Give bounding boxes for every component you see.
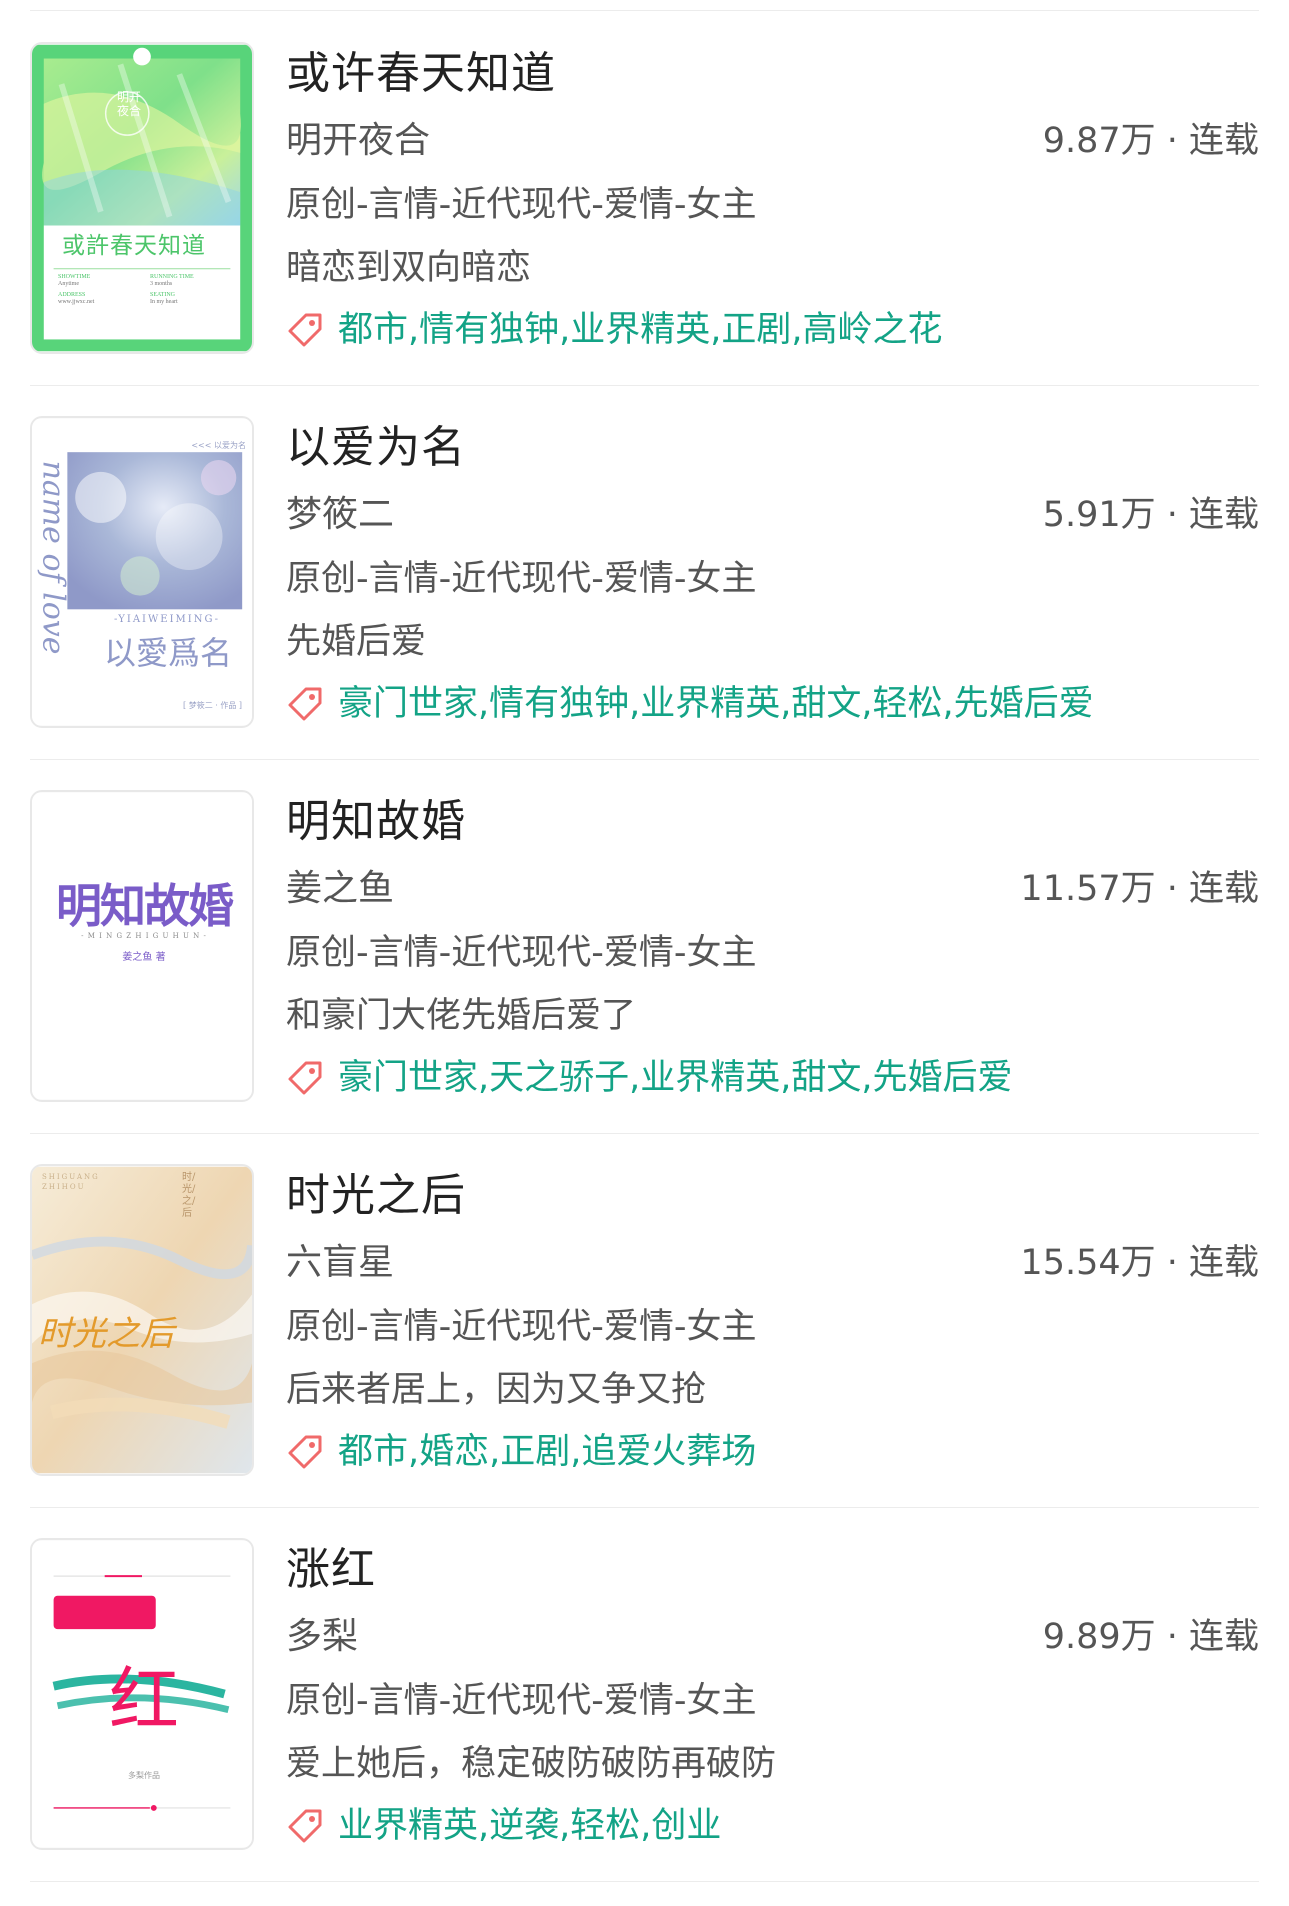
book-tags[interactable]: 都市,情有独钟,业界精英,正剧,高岭之花 [338,307,943,353]
tag-icon [286,1433,324,1471]
book-item[interactable]: 或許春天知道 明开夜合 SHOWTIME Anytime RUNNING TIME… [30,12,1259,386]
book-tags-row: 豪门世家,天之骄子,业界精英,甜文,先婚后爱 [286,1055,1013,1101]
book-list: 或許春天知道 明开夜合 SHOWTIME Anytime RUNNING TIME… [0,12,1289,1882]
cover-byline: 姜之鱼 著 [122,952,166,963]
book-stats: 5.91万 · 连载 [1042,495,1259,535]
cover-pinyin: SHIGUANG ZHIHOU [42,1173,100,1191]
book-title[interactable]: 或许春天知道 [286,46,556,102]
book-blurb: 爱上她后，稳定破防破防再破防 [286,1744,777,1784]
book-author[interactable]: 梦筱二 [286,492,394,538]
book-tags-row: 都市,婚恋,正剧,追爱火葬场 [286,1429,756,1475]
tag-icon [286,1059,324,1097]
book-info: 时光之后 六盲星 15.54万 · 连载 原创-言情-近代现代-爱情-女主 后来… [286,1164,1259,1476]
book-item[interactable]: SHIGUANG ZHIHOU 时/光/之/后 时光之后 时光之后 六盲星 15… [30,1134,1259,1508]
cover-top-note: <<< 以爱为名 [191,441,246,450]
book-category: 原创-言情-近代现代-爱情-女主 [286,1307,757,1347]
cover-title: 或許春天知道 [62,233,206,259]
cover-pinyin: -YIAIWEIMING- [113,614,221,625]
book-author[interactable]: 姜之鱼 [286,866,394,912]
cover-title: 时光之后 [38,1314,174,1354]
cover-art [32,792,252,1100]
book-info: 以爱为名 梦筱二 5.91万 · 连载 原创-言情-近代现代-爱情-女主 先婚后… [286,416,1259,728]
book-tags[interactable]: 豪门世家,情有独钟,业界精英,甜文,轻松,先婚后爱 [338,681,1094,727]
book-stats: 15.54万 · 连载 [1020,1243,1259,1283]
book-category: 原创-言情-近代现代-爱情-女主 [286,1681,757,1721]
book-blurb: 先婚后爱 [286,622,427,662]
book-item[interactable]: 红 多梨作品 涨红 多梨 9.89万 · 连载 原创-言情-近代现代-爱情-女主… [30,1508,1259,1882]
cover-byline: 多梨作品 [128,1771,160,1780]
cover-byline: [ 梦筱二 · 作品 ] [183,701,242,710]
book-cover[interactable]: SHIGUANG ZHIHOU 时/光/之/后 时光之后 [30,1164,254,1476]
book-stats: 9.89万 · 连载 [1042,1617,1259,1657]
book-author[interactable]: 明开夜合 [286,118,430,164]
book-tags-row: 业界精英,逆袭,轻松,创业 [286,1803,721,1849]
book-category: 原创-言情-近代现代-爱情-女主 [286,185,757,225]
cover-script: name of love [35,460,71,655]
book-author[interactable]: 多梨 [286,1614,358,1660]
book-title[interactable]: 以爱为名 [286,420,466,476]
tag-icon [286,685,324,723]
cover-title: 明知故婚 [56,879,234,933]
book-blurb: 和豪门大佬先婚后爱了 [286,996,637,1036]
book-stats: 11.57万 · 连载 [1020,869,1259,909]
book-item[interactable]: <<< 以爱为名 name of love -YIAIWEIMING- 以愛爲名… [30,386,1259,760]
book-cover[interactable]: 明知故婚 - M I N G Z H I G U H U N - 姜之鱼 著 [30,790,254,1102]
cover-title: 红 [109,1659,179,1741]
cover-title: 以愛爲名 [103,634,232,672]
book-title[interactable]: 涨红 [286,1542,376,1598]
book-author[interactable]: 六盲星 [286,1240,394,1286]
book-blurb: 后来者居上，因为又争又抢 [286,1370,707,1410]
book-info: 涨红 多梨 9.89万 · 连载 原创-言情-近代现代-爱情-女主 爱上她后，稳… [286,1538,1259,1850]
tag-icon [286,1807,324,1845]
book-blurb: 暗恋到双向暗恋 [286,248,532,288]
cover-pinyin: - M I N G Z H I G U H U N - [81,932,207,940]
book-category: 原创-言情-近代现代-爱情-女主 [286,933,757,973]
book-category: 原创-言情-近代现代-爱情-女主 [286,559,757,599]
book-item[interactable]: 明知故婚 - M I N G Z H I G U H U N - 姜之鱼 著 明… [30,760,1259,1134]
cover-seal: 明开夜合 [116,90,141,118]
book-title[interactable]: 明知故婚 [286,794,466,850]
book-tags-row: 豪门世家,情有独钟,业界精英,甜文,轻松,先婚后爱 [286,681,1094,727]
book-info: 或许春天知道 明开夜合 9.87万 · 连载 原创-言情-近代现代-爱情-女主 … [286,42,1259,354]
cover-vertical: 时/光/之/后 [182,1172,196,1219]
top-divider [30,10,1259,11]
book-tags-row: 都市,情有独钟,业界精英,正剧,高岭之花 [286,307,943,353]
book-tags[interactable]: 豪门世家,天之骄子,业界精英,甜文,先婚后爱 [338,1055,1013,1101]
book-tags[interactable]: 业界精英,逆袭,轻松,创业 [338,1803,721,1849]
cover-fine-print: SHOWTIME Anytime RUNNING TIME 3 months ADD… [58,274,194,305]
tag-icon [286,311,324,349]
book-title[interactable]: 时光之后 [286,1168,466,1224]
book-info: 明知故婚 姜之鱼 11.57万 · 连载 原创-言情-近代现代-爱情-女主 和豪… [286,790,1259,1102]
book-cover[interactable]: <<< 以爱为名 name of love -YIAIWEIMING- 以愛爲名… [30,416,254,728]
book-cover[interactable]: 红 多梨作品 [30,1538,254,1850]
book-tags[interactable]: 都市,婚恋,正剧,追爱火葬场 [338,1429,756,1475]
book-cover[interactable]: 或許春天知道 明开夜合 SHOWTIME Anytime RUNNING TIME… [30,42,254,354]
book-stats: 9.87万 · 连载 [1042,121,1259,161]
